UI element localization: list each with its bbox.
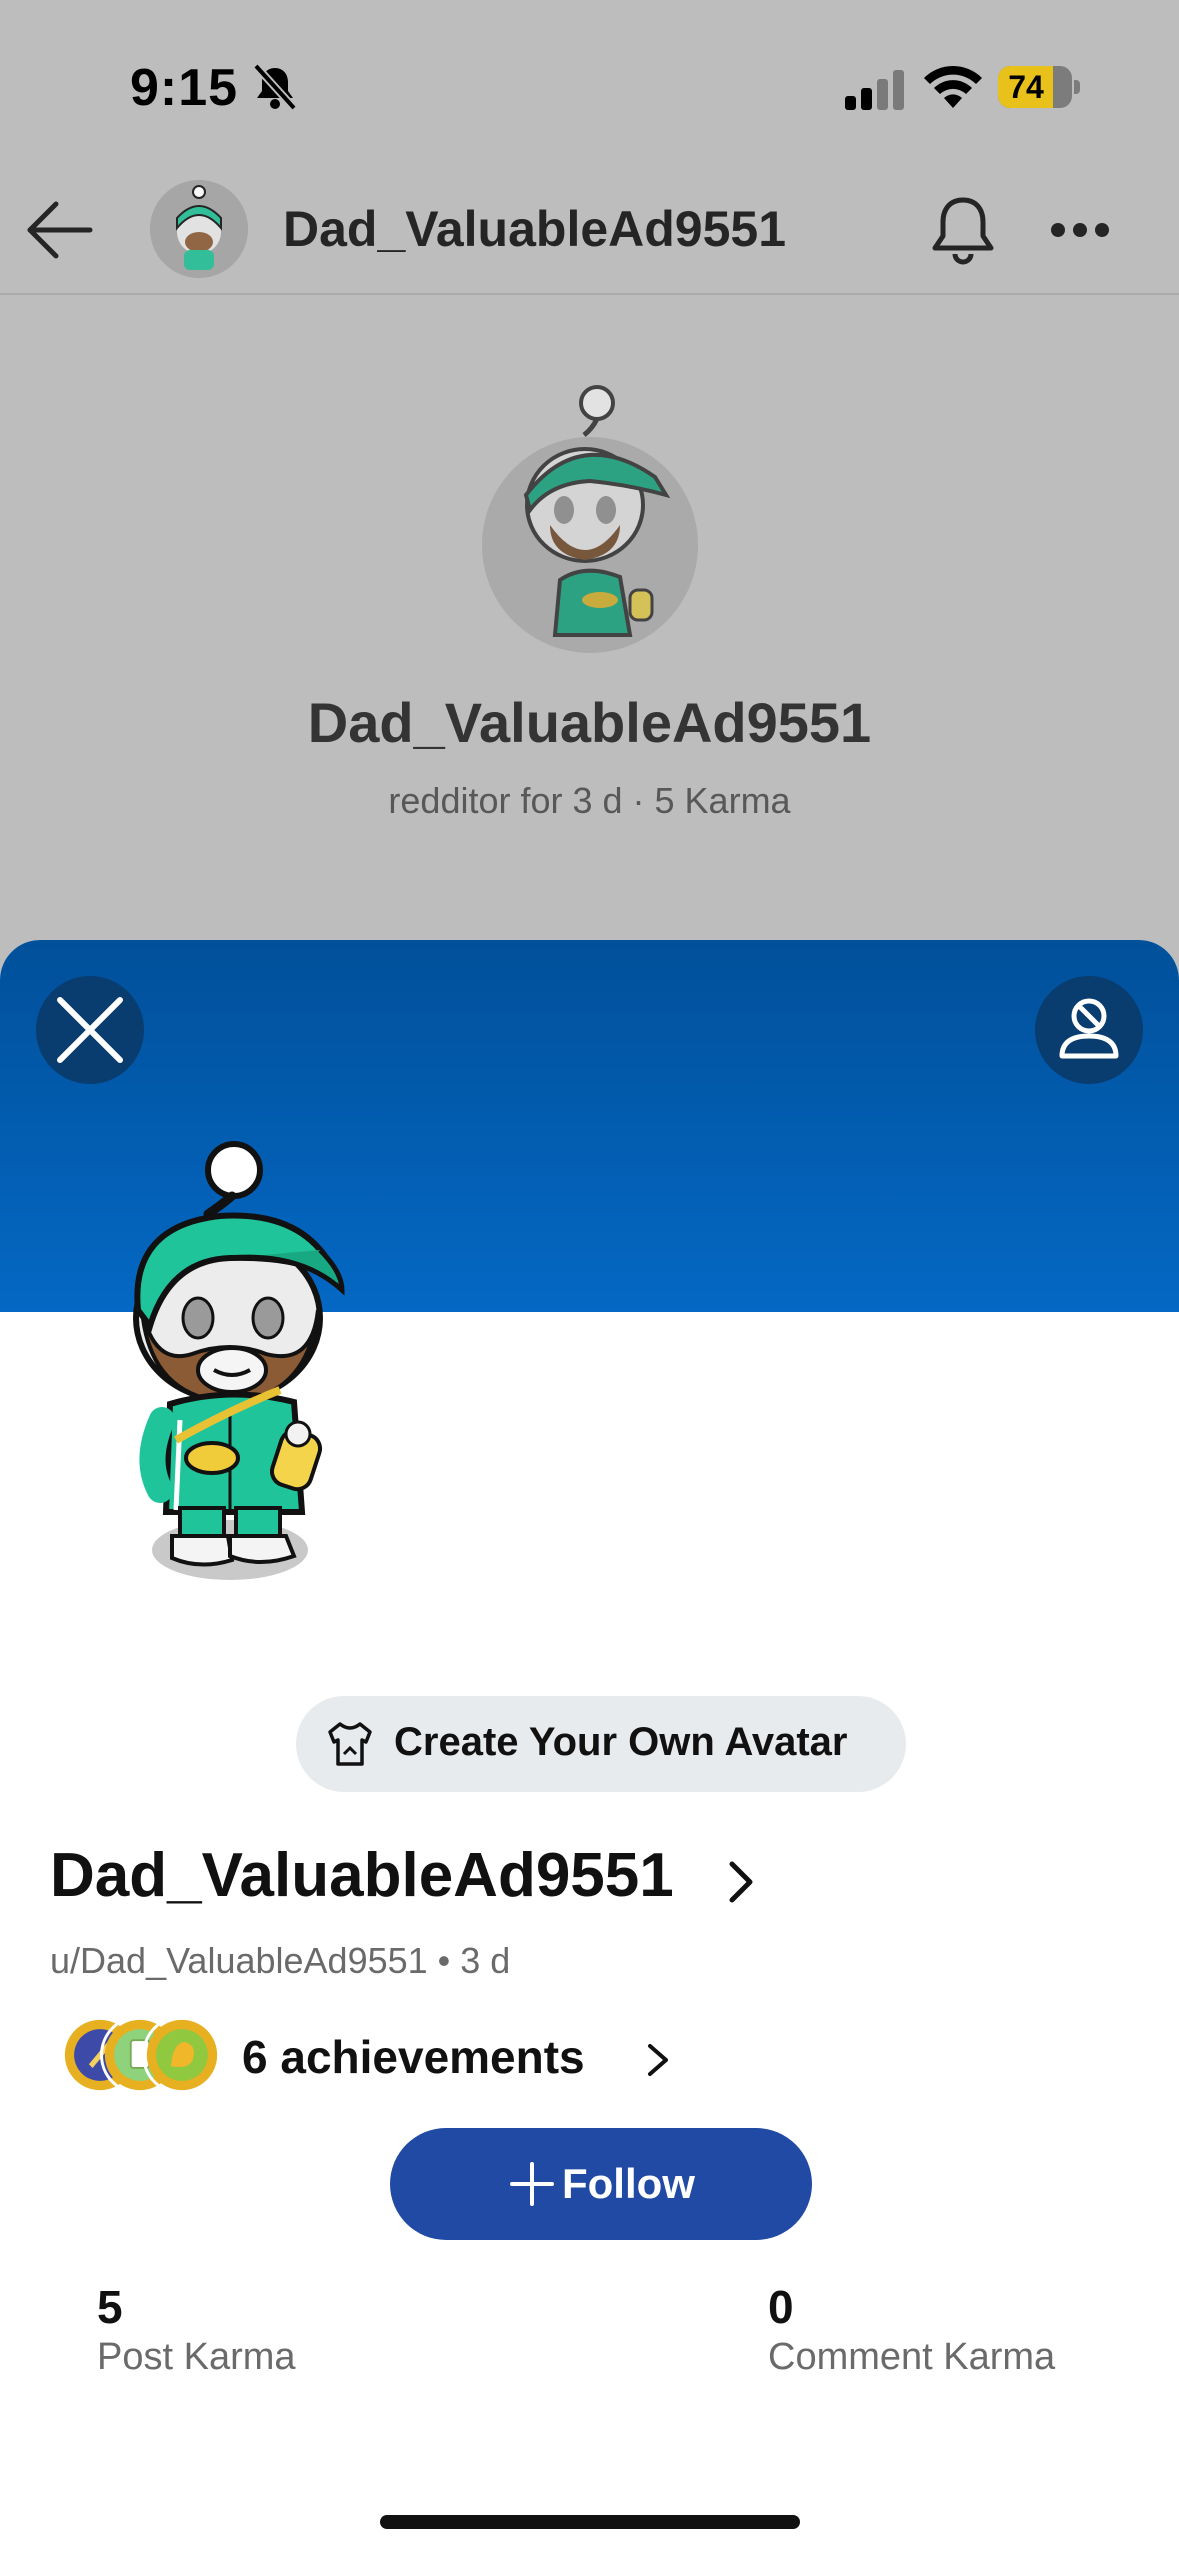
back-arrow-icon[interactable] (22, 192, 98, 268)
achievements-row[interactable]: 6 achievements (50, 2010, 750, 2110)
profile-name: Dad_ValuableAd9551 (307, 691, 872, 754)
create-avatar-button[interactable]: Create Your Own Avatar (296, 1696, 906, 1792)
sheet-name-row[interactable]: Dad_ValuableAd9551 (50, 1840, 753, 1920)
sheet-username: Dad_ValuableAd9551 (50, 1841, 674, 1910)
bell-icon[interactable] (925, 190, 1001, 270)
tshirt-icon (328, 1722, 372, 1766)
plus-icon (510, 2162, 554, 2206)
create-avatar-label: Create Your Own Avatar (394, 1720, 848, 1764)
status-time: 9:15 (130, 59, 239, 117)
comment-karma-value: 0 (768, 2281, 794, 2333)
profile-topbar: Dad_ValuableAd9551 (0, 170, 1179, 295)
close-button[interactable] (36, 976, 144, 1084)
bell-slash-icon (253, 63, 297, 111)
cellular-signal-icon (845, 70, 904, 110)
chevron-right-icon (648, 2044, 668, 2076)
status-bar: 9:15 74 (0, 0, 1179, 170)
topbar-avatar[interactable] (150, 180, 248, 278)
achievement-badge-icon (142, 2015, 222, 2095)
profile-meta: redditor for 3 d · 5 Karma (388, 780, 791, 821)
profile-bottom-sheet: Create Your Own Avatar Dad_ValuableAd955… (0, 940, 1179, 2556)
sheet-user-handle: u/Dad_ValuableAd9551 • 3 d (50, 1940, 511, 1981)
comment-karma-label: Comment Karma (768, 2336, 1056, 2378)
close-icon (57, 997, 123, 1063)
post-karma-value: 5 (97, 2281, 123, 2333)
follow-label: Follow (562, 2160, 695, 2207)
home-indicator[interactable] (380, 2515, 800, 2529)
battery-percent: 74 (1008, 69, 1044, 105)
comment-karma-stat: 0 Comment Karma (768, 2280, 1055, 2379)
block-user-button[interactable] (1035, 976, 1143, 1084)
post-karma-stat: 5 Post Karma (97, 2280, 296, 2379)
wifi-icon (924, 65, 982, 108)
follow-button[interactable]: Follow (390, 2128, 812, 2240)
post-karma-label: Post Karma (97, 2336, 296, 2378)
achievements-label: 6 achievements (242, 2031, 585, 2083)
battery-indicator: 74 (998, 66, 1080, 108)
user-block-icon (1059, 998, 1119, 1059)
profile-avatar (482, 385, 698, 653)
topbar-username: Dad_ValuableAd9551 (283, 201, 787, 257)
ellipsis-icon[interactable] (1040, 190, 1120, 270)
snoo-avatar-image (133, 1141, 345, 1580)
chevron-right-icon (729, 1861, 753, 1903)
